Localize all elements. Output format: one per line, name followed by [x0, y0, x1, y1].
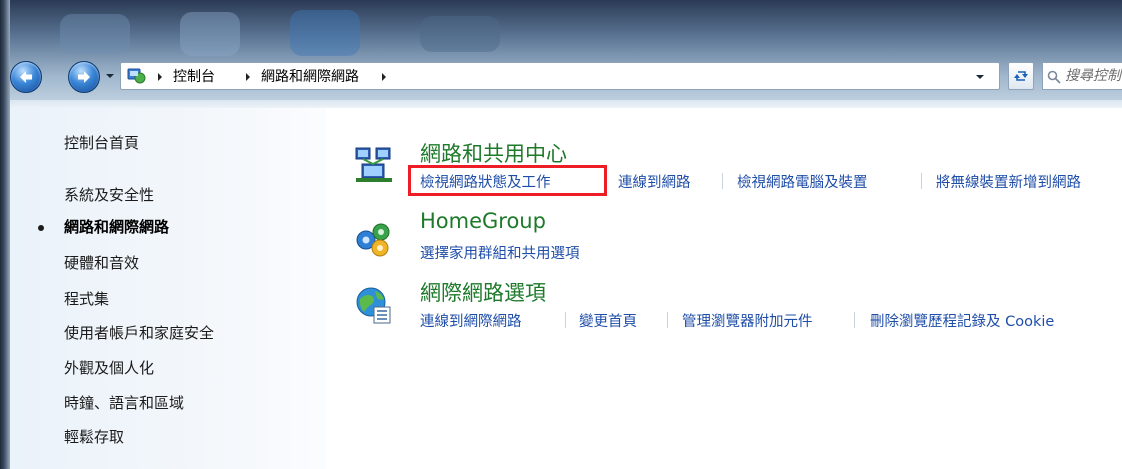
address-history-dropdown[interactable]: [973, 71, 987, 83]
aero-glass-reflection: [420, 16, 500, 52]
category-user-accounts-family-safety[interactable]: 使用者帳戶和家庭安全: [64, 322, 214, 343]
breadcrumb-separator-icon[interactable]: [379, 71, 389, 83]
search-input[interactable]: [1043, 63, 1122, 89]
delete-browsing-history-link[interactable]: 刪除瀏覽歷程記錄及 Cookie: [870, 310, 1054, 331]
left-navigation-pane: 控制台首頁 系統及安全性 網路和網際網路 硬體和音效 程式集 使用者帳戶和家庭安…: [10, 108, 326, 469]
breadcrumb-separator-icon[interactable]: [243, 71, 253, 83]
control-panel-home-link[interactable]: 控制台首頁: [64, 132, 139, 153]
connect-to-internet-link[interactable]: 連線到網際網路: [420, 310, 522, 331]
control-panel-icon: [127, 68, 146, 84]
category-system-security[interactable]: 系統及安全性: [64, 184, 154, 205]
search-box[interactable]: [1042, 62, 1122, 90]
chevron-down-icon: [106, 74, 114, 78]
internet-options-icon[interactable]: [354, 285, 394, 325]
back-arrow-icon: [20, 71, 32, 83]
category-appearance-personalization[interactable]: 外觀及個人化: [64, 357, 154, 378]
add-wireless-device-link[interactable]: 將無線裝置新增到網路: [936, 171, 1081, 192]
change-homepage-link[interactable]: 變更首頁: [579, 310, 637, 331]
category-programs[interactable]: 程式集: [64, 288, 109, 309]
window-title-bar: [0, 0, 1122, 108]
homegroup-sharing-options-link[interactable]: 選擇家用群組和共用選項: [420, 242, 580, 263]
category-clock-language-region[interactable]: 時鐘、語言和區域: [64, 392, 184, 413]
address-bar[interactable]: 控制台 網路和網際網路: [120, 62, 1000, 90]
back-button[interactable]: [10, 61, 42, 93]
connect-to-network-link[interactable]: 連線到網路: [618, 171, 691, 192]
forward-button[interactable]: [68, 61, 100, 93]
recent-pages-dropdown[interactable]: [104, 70, 116, 82]
aero-glass-reflection: [60, 14, 130, 54]
view-network-computers-link[interactable]: 檢視網路電腦及裝置: [737, 171, 868, 192]
breadcrumb-network-internet[interactable]: 網路和網際網路: [261, 67, 359, 87]
highlight-annotation: [408, 165, 607, 196]
network-sharing-center-title[interactable]: 網路和共用中心: [420, 138, 567, 168]
link-separator: [722, 173, 723, 189]
link-separator: [667, 312, 668, 328]
category-network-internet[interactable]: 網路和網際網路: [64, 216, 169, 237]
aero-glass-reflection: [290, 10, 360, 56]
refresh-button[interactable]: [1008, 62, 1034, 90]
aero-glass-reflection: [180, 12, 240, 56]
refresh-icon: [1014, 71, 1028, 81]
toolbar-strip: [0, 100, 1122, 108]
current-category-bullet: [38, 225, 44, 231]
breadcrumb-separator-icon[interactable]: [155, 71, 165, 83]
network-sharing-center-icon[interactable]: [354, 144, 394, 184]
link-separator: [565, 312, 566, 328]
forward-arrow-icon: [78, 71, 90, 83]
link-separator: [921, 173, 922, 189]
link-separator: [854, 312, 855, 328]
homegroup-title[interactable]: HomeGroup: [420, 209, 546, 233]
chevron-down-icon: [976, 75, 984, 79]
internet-options-title[interactable]: 網際網路選項: [420, 277, 546, 307]
window-border: [0, 0, 10, 469]
category-hardware-sound[interactable]: 硬體和音效: [64, 252, 139, 273]
manage-browser-addons-link[interactable]: 管理瀏覽器附加元件: [682, 310, 813, 331]
breadcrumb-control-panel[interactable]: 控制台: [173, 67, 215, 87]
category-ease-of-access[interactable]: 輕鬆存取: [64, 426, 124, 447]
homegroup-icon[interactable]: [354, 218, 394, 258]
